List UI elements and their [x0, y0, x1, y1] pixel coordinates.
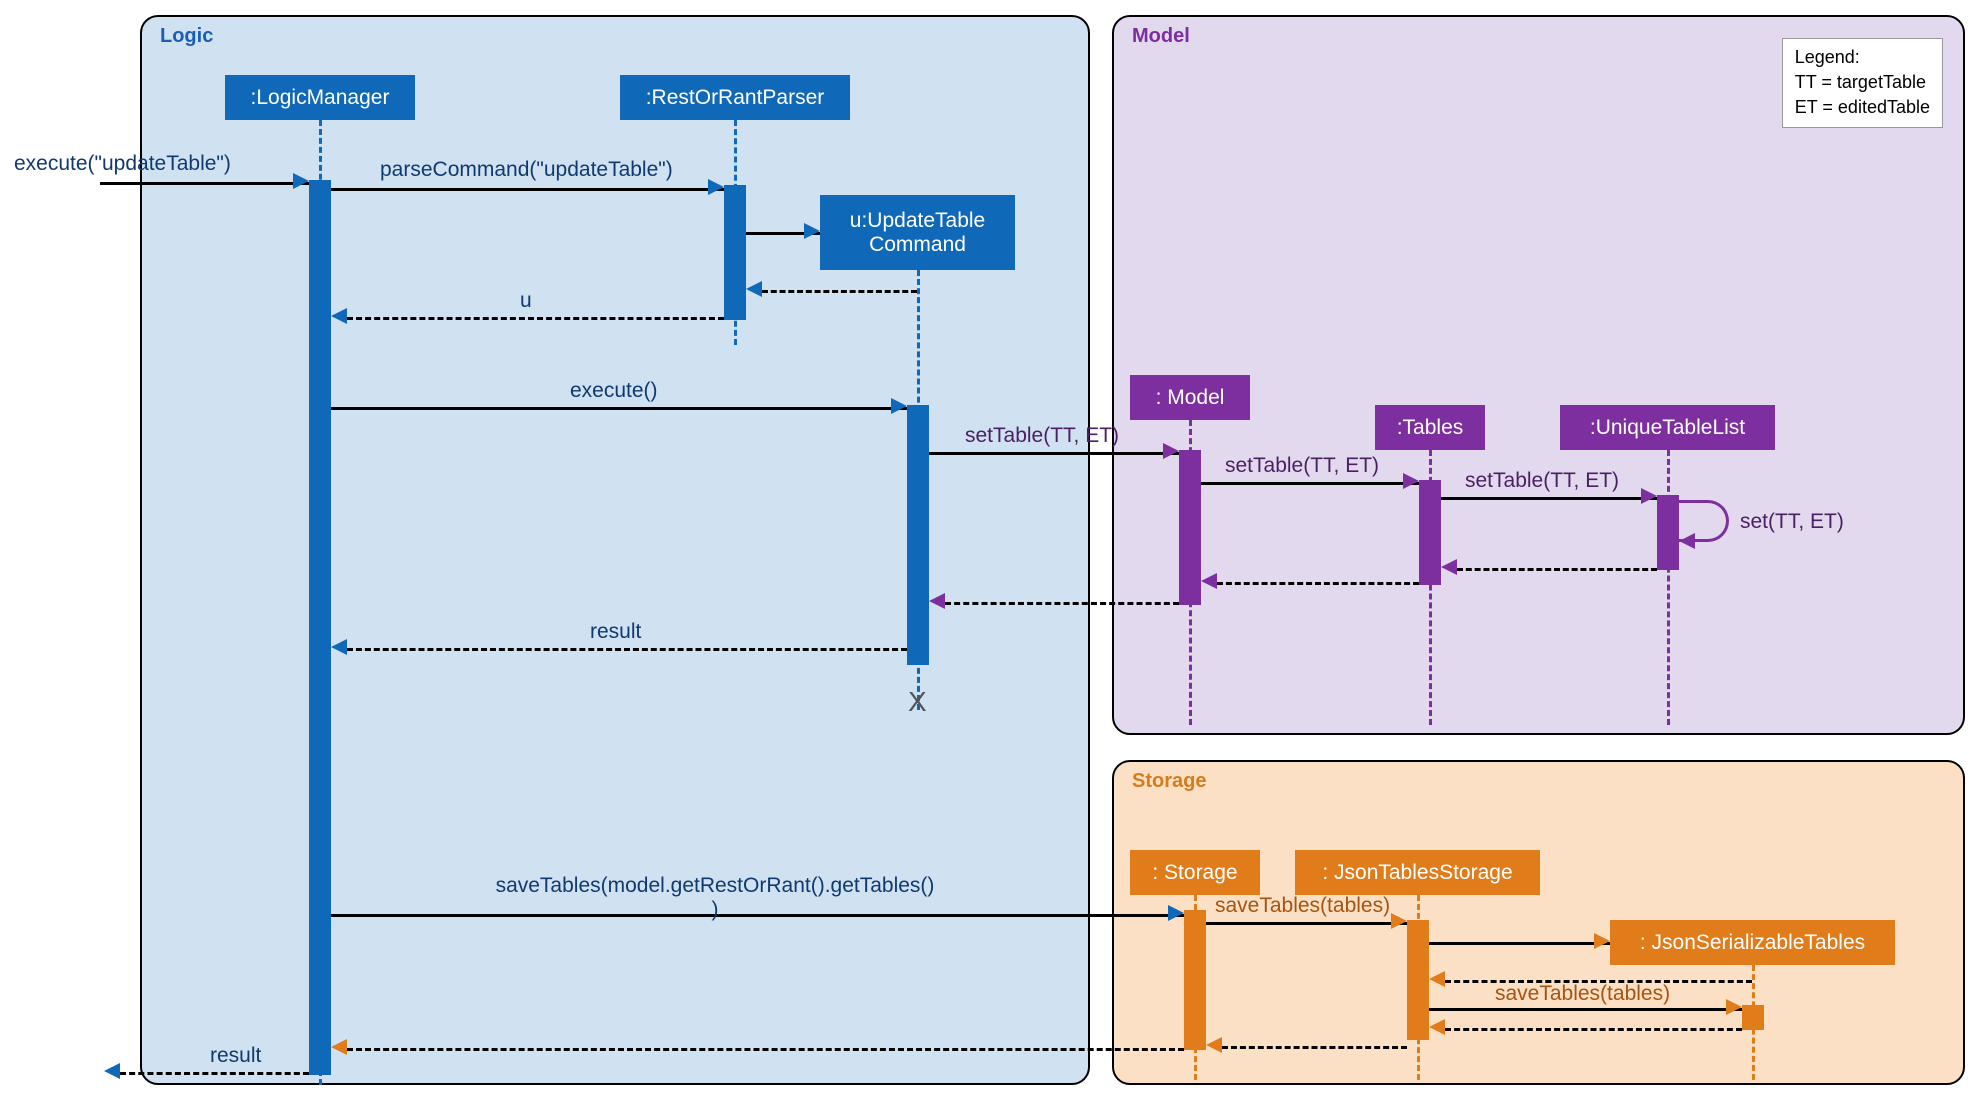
legend-title: Legend:: [1795, 45, 1930, 70]
participant-updatetablecommand: u:UpdateTable Command: [820, 195, 1015, 270]
msg-create-jsonser: [1429, 942, 1610, 945]
legend: Legend: TT = targetTable ET = editedTabl…: [1782, 38, 1943, 128]
arrow-return-from-create: [746, 281, 762, 297]
arrow-return-jsonser-2: [1429, 1019, 1445, 1035]
activation-jsonsertables: [1742, 1005, 1764, 1030]
arrow-return-utl: [1441, 559, 1457, 575]
msg-return-from-create: [762, 290, 917, 293]
msg-return-model: [945, 602, 1179, 605]
msg-return-storage-1: [1222, 1046, 1407, 1049]
arrow-create-jsonser: [1594, 933, 1610, 949]
participant-uniquetablelist: :UniqueTableList: [1560, 405, 1775, 450]
legend-line2: ET = editedTable: [1795, 95, 1930, 120]
activation-storage: [1184, 910, 1206, 1050]
logic-box-title: Logic: [160, 25, 213, 48]
arrow-settable-utl: [1641, 488, 1657, 504]
msg-return-u: [347, 317, 724, 320]
msg-settable-utl: [1441, 497, 1657, 500]
label-execute: execute(): [570, 379, 658, 403]
arrow-return-storage-to-logic: [331, 1039, 347, 1055]
msg-return-tables: [1217, 582, 1419, 585]
label-return-u: u: [520, 289, 532, 313]
destroy-updatetablecmd: X: [908, 686, 927, 718]
arrow-return-tables: [1201, 573, 1217, 589]
arrow-settable-model: [1163, 443, 1179, 459]
label-settable-utl: setTable(TT, ET): [1465, 469, 1619, 493]
msg-return-jsonser-2: [1445, 1028, 1742, 1031]
arrow-return-u: [331, 308, 347, 324]
arrow-result: [331, 639, 347, 655]
msg-settable-model: [929, 452, 1179, 455]
participant-jsonserializabletables: : JsonSerializableTables: [1610, 920, 1895, 965]
legend-line1: TT = targetTable: [1795, 70, 1930, 95]
label-settable-model: setTable(TT, ET): [965, 424, 1119, 448]
msg-savetables-2: [1429, 1008, 1742, 1011]
label-execute-cmd: execute("updateTable"): [14, 152, 231, 176]
activation-jsontablesstorage: [1407, 920, 1429, 1040]
msg-settable-tables: [1201, 482, 1419, 485]
arrow-savetables-long: [1168, 905, 1184, 921]
arrow-execute: [891, 398, 907, 414]
msg-return-utl: [1457, 568, 1657, 571]
activation-logicmanager: [309, 180, 331, 1075]
arrow-return-jsonser-1: [1429, 971, 1445, 987]
msg-result: [347, 648, 907, 651]
msg-execute: [331, 407, 907, 410]
arrow-create-updatecmd: [804, 223, 820, 239]
participant-logicmanager: :LogicManager: [225, 75, 415, 120]
label-savetables-1: saveTables(tables): [1215, 894, 1390, 918]
arrow-settable-tables: [1403, 473, 1419, 489]
participant-model: : Model: [1130, 375, 1250, 420]
arrow-return-model: [929, 593, 945, 609]
participant-tables: :Tables: [1375, 405, 1485, 450]
lifeline-uniquetablelist: [1667, 450, 1670, 725]
activation-tables: [1419, 480, 1441, 585]
arrow-savetables-2: [1726, 999, 1742, 1015]
arrow-savetables-1: [1391, 913, 1407, 929]
arrow-parsecommand: [708, 179, 724, 195]
participant-storage: : Storage: [1130, 850, 1260, 895]
activation-uniquetablelist: [1657, 495, 1679, 570]
arrow-set-self: [1679, 533, 1695, 549]
label-final-result: result: [210, 1044, 261, 1068]
activation-restorrantparser: [724, 185, 746, 320]
msg-final-result: [120, 1072, 309, 1075]
activation-model: [1179, 450, 1201, 605]
label-settable-tables: setTable(TT, ET): [1225, 454, 1379, 478]
storage-box-title: Storage: [1132, 770, 1206, 793]
label-set-self: set(TT, ET): [1740, 510, 1844, 534]
arrow-return-storage-1: [1206, 1037, 1222, 1053]
msg-execute-cmd: [100, 182, 309, 185]
label-result: result: [590, 620, 641, 644]
msg-savetables-1: [1206, 922, 1407, 925]
participant-restorrantparser: :RestOrRantParser: [620, 75, 850, 120]
label-parsecommand: parseCommand("updateTable"): [380, 158, 673, 182]
msg-return-storage-to-logic: [347, 1048, 1184, 1051]
label-savetables-2: saveTables(tables): [1495, 982, 1670, 1006]
msg-parsecommand: [331, 188, 724, 191]
model-box-title: Model: [1132, 25, 1190, 48]
arrow-execute-cmd: [293, 173, 309, 189]
label-savetables-long: saveTables(model.getRestOrRant().getTabl…: [430, 874, 1000, 922]
participant-jsontablesstorage: : JsonTablesStorage: [1295, 850, 1540, 895]
arrow-final-result: [104, 1063, 120, 1079]
activation-updatetablecmd: [907, 405, 929, 665]
